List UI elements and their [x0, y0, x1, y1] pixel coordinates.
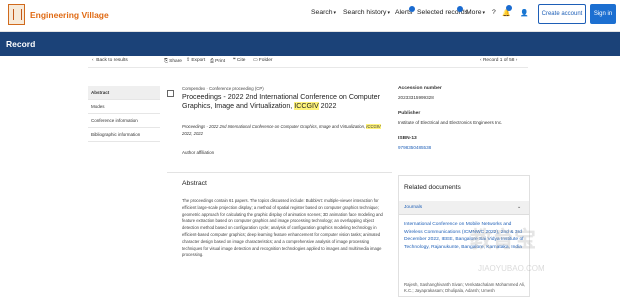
alerts-badge — [409, 6, 415, 12]
chevron-down-icon: ▾ — [387, 10, 390, 16]
select-record-checkbox[interactable] — [167, 90, 174, 97]
export-label: Export — [191, 58, 206, 63]
app-logo-text[interactable]: Engineering Village — [30, 10, 109, 20]
accession-value: 20233315999328 — [398, 95, 434, 100]
section-nav-conference-information[interactable]: Conference information — [88, 114, 160, 128]
record-toolbar: ‹ Back to results ⎘ Share ⇪ Export ⎙ Pri… — [88, 56, 528, 68]
citation-text: Proceedings - 2022 2nd International Con… — [182, 124, 367, 129]
section-divider — [167, 172, 392, 173]
related-documents-heading: Related documents — [404, 184, 461, 191]
related-document-authors: Rajesh, Sashanghivanth Sivan; Venkatacha… — [404, 282, 526, 294]
chevron-down-icon: ▾ — [482, 10, 486, 16]
accession-label: Accession number — [398, 86, 442, 91]
help-icon[interactable]: ? — [492, 9, 496, 16]
document-title: Proceedings - 2022 2nd International Con… — [182, 93, 387, 110]
publisher-label: Publisher — [398, 111, 421, 116]
nav-search[interactable]: Search▾ — [311, 9, 336, 16]
pager-label: Record 1 of 58 — [482, 58, 515, 63]
print-button[interactable]: ⎙ Print — [210, 58, 225, 64]
back-to-results-link[interactable]: ‹ Back to results — [92, 58, 128, 63]
sign-in-button[interactable]: Sign in — [590, 4, 616, 24]
folder-label: Folder — [258, 58, 273, 63]
title-text-end: 2022 — [318, 101, 337, 110]
record-pager[interactable]: ‹ Record 1 of 58 › — [480, 58, 517, 63]
create-account-button[interactable]: Create account — [538, 4, 586, 24]
cite-label: Cite — [236, 58, 246, 63]
section-nav-bibliographic-information[interactable]: Bibliographic information — [88, 128, 160, 142]
title-text: Proceedings - 2022 2nd International Con… — [182, 93, 380, 110]
title-highlight: ICCGIV — [294, 101, 319, 110]
nav-search-label: Search — [311, 9, 333, 16]
related-tab-label: Journals — [404, 205, 423, 210]
share-button[interactable]: ⎘ Share — [164, 58, 182, 64]
chevron-down-icon: ▾ — [333, 10, 337, 16]
cite-button[interactable]: ❝ Cite — [233, 58, 245, 63]
publisher-value: Institute of Electrical and Electronics … — [398, 120, 503, 125]
top-header: Engineering Village Search▾ Search histo… — [0, 0, 620, 32]
export-button[interactable]: ⇪ Export — [186, 58, 205, 63]
share-label: Share — [169, 59, 182, 64]
chevron-down-icon: ⌄ — [517, 205, 522, 210]
section-nav: Abstract Modes Conference information Bi… — [88, 86, 160, 142]
user-icon[interactable]: 👤 — [520, 9, 528, 17]
author-affiliation: Author affiliation — [182, 150, 215, 155]
nav-more[interactable]: More▾ — [466, 9, 485, 16]
folder-button[interactable]: ▭ Folder — [253, 58, 272, 63]
isbn-link[interactable]: 9798350485538 — [398, 145, 431, 150]
document-type: Compendex · Conference proceeding (CP) — [182, 86, 264, 91]
watermark-url: JIAOYUBAO.COM — [478, 264, 545, 273]
record-title-bar: Record — [0, 32, 620, 56]
citation-text-end: 2022, 2022 — [182, 131, 203, 136]
citation-highlight: ICCGIV — [366, 124, 381, 129]
notification-badge — [506, 5, 512, 11]
source-citation: Proceedings - 2022 2nd International Con… — [182, 123, 387, 137]
nav-more-label: More — [466, 9, 482, 16]
watermark-logo: 教育宝 — [470, 227, 537, 252]
related-journals-tab[interactable]: Journals ⌄ — [399, 201, 529, 215]
isbn-label: ISBN-13 — [398, 136, 417, 141]
nav-search-history[interactable]: Search history▾ — [343, 9, 390, 16]
page-title: Record — [6, 39, 36, 49]
back-label: Back to results — [96, 58, 128, 63]
abstract-text: The proceedings contain 61 papers. The t… — [182, 198, 383, 258]
abstract-heading: Abstract — [182, 180, 207, 187]
elsevier-logo-icon[interactable] — [8, 4, 25, 25]
section-nav-modes[interactable]: Modes — [88, 100, 160, 114]
nav-search-history-label: Search history — [343, 9, 387, 16]
selected-records-badge — [457, 6, 463, 12]
section-nav-abstract[interactable]: Abstract — [88, 86, 160, 100]
print-label: Print — [215, 59, 226, 64]
